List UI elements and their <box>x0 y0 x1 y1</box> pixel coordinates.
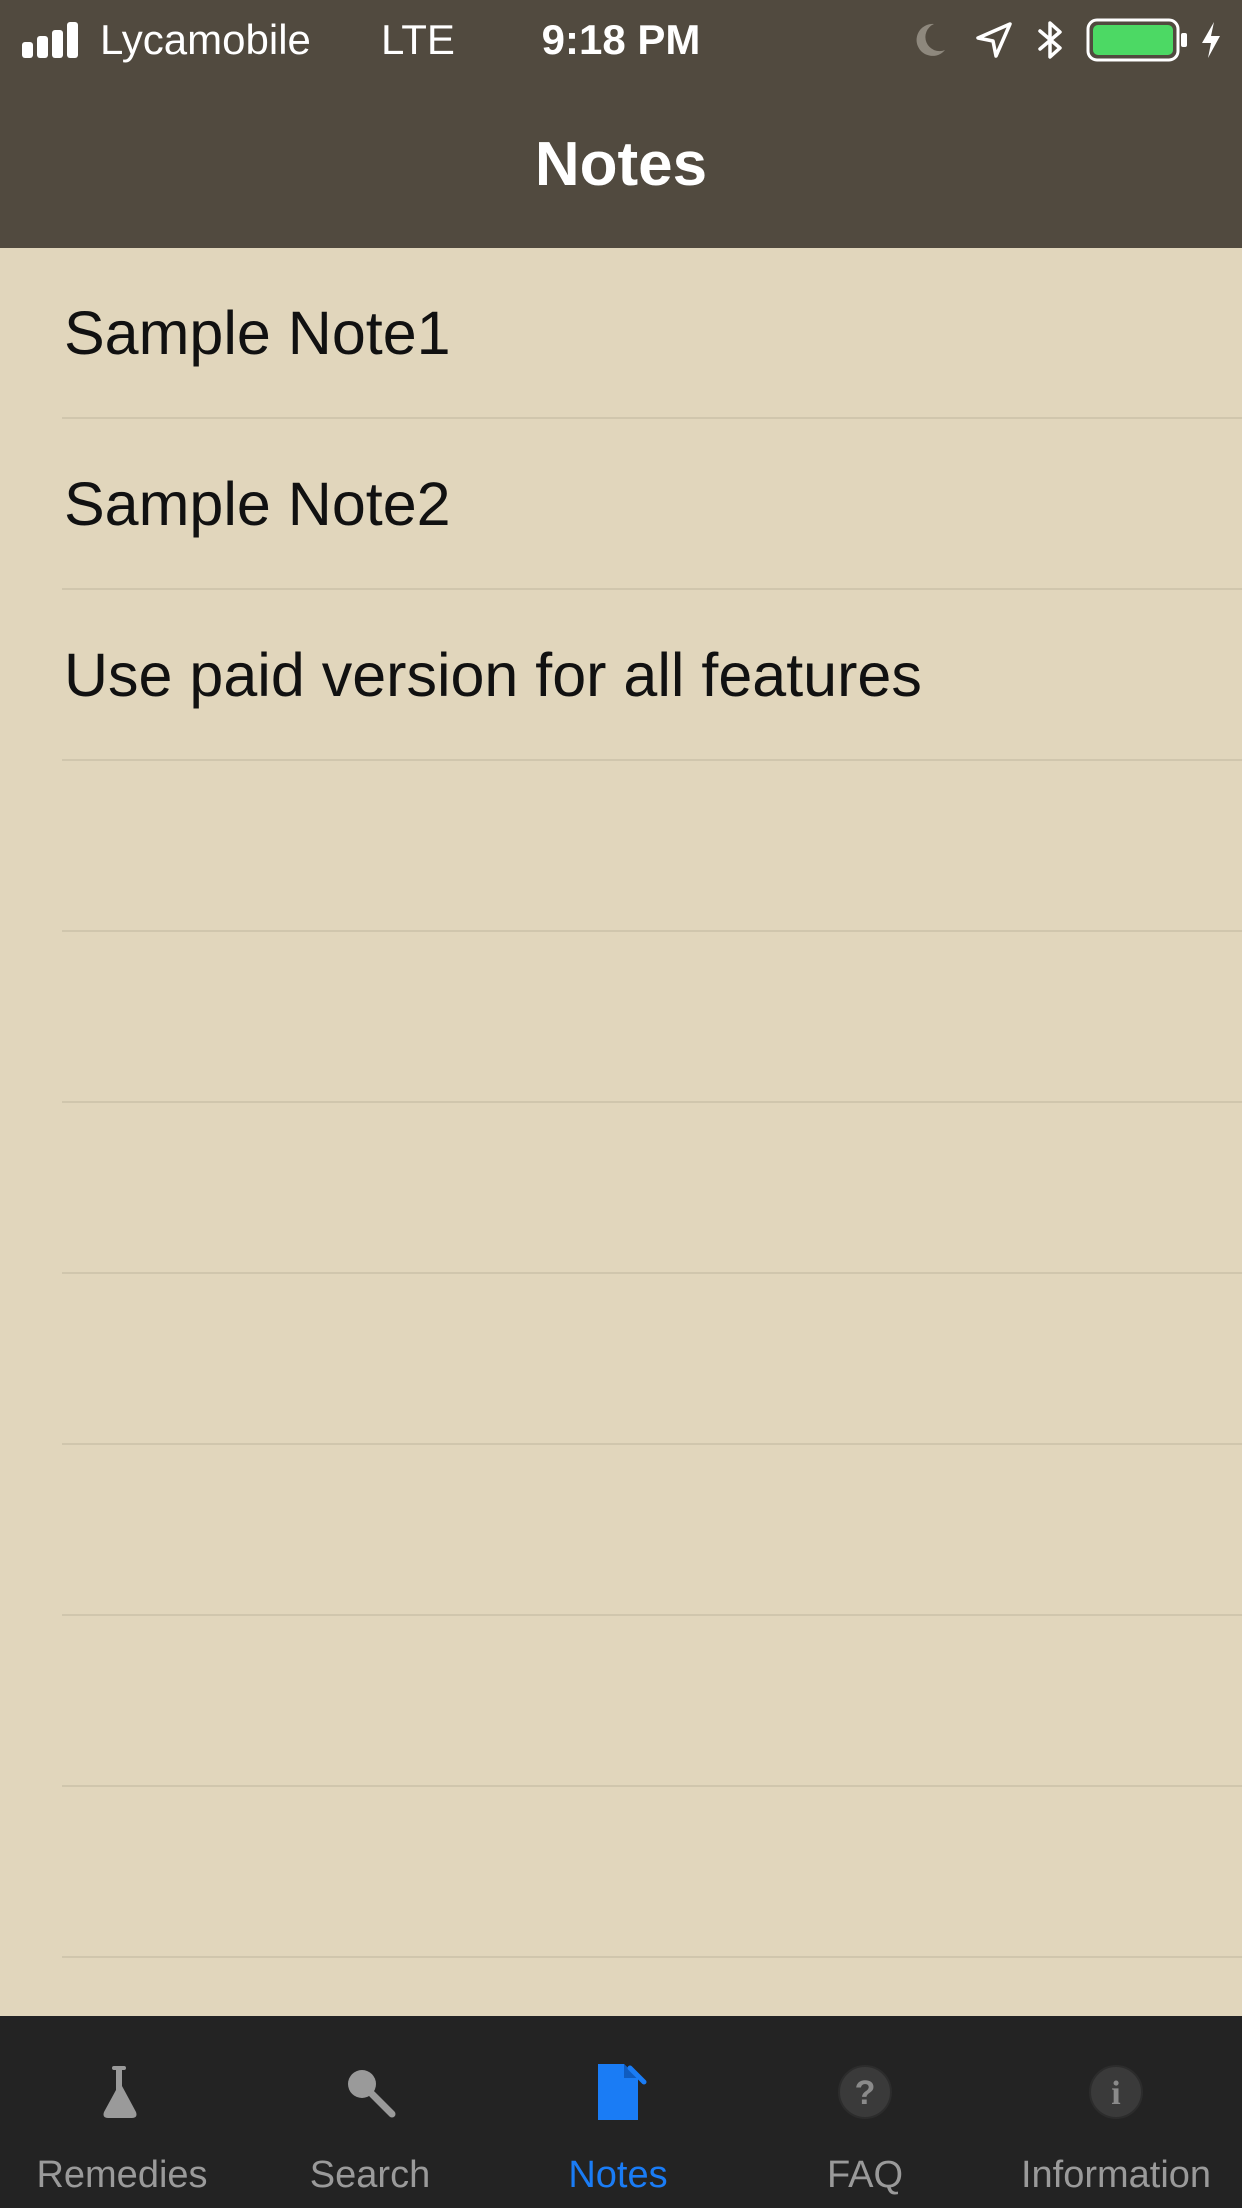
tab-label: Remedies <box>36 2154 208 2196</box>
list-item <box>0 761 1242 932</box>
battery-fill <box>1093 25 1173 55</box>
list-item <box>0 1616 1242 1787</box>
list-item <box>0 1445 1242 1616</box>
list-item[interactable]: Use paid version for all features <box>0 590 1242 761</box>
page-title: Notes <box>534 130 708 199</box>
list-item <box>0 932 1242 1103</box>
tab-label: FAQ <box>826 2154 904 2196</box>
tab-label: Search <box>309 2154 431 2196</box>
note-title: Use paid version for all features <box>64 641 922 709</box>
info-icon: i <box>1089 2065 1143 2119</box>
list-item[interactable]: Sample Note1 <box>0 248 1242 419</box>
flask-icon <box>103 2066 137 2118</box>
tab-notes[interactable]: Notes <box>496 2016 740 2208</box>
battery-icon <box>1086 18 1187 62</box>
list-item <box>0 1103 1242 1274</box>
moon-icon <box>916 23 945 56</box>
magnifier-icon <box>348 2070 396 2118</box>
header: Lycamobile LTE 9:18 PM Notes <box>0 0 1242 248</box>
note-title: Sample Note1 <box>64 299 451 367</box>
tab-remedies[interactable]: Remedies <box>0 2016 244 2208</box>
list-item[interactable]: Sample Note2 <box>0 419 1242 590</box>
notes-list: Sample Note1 Sample Note2 Use paid versi… <box>0 248 1242 2016</box>
status-bar: Lycamobile LTE 9:18 PM <box>0 0 1242 80</box>
note-title: Sample Note2 <box>64 470 451 538</box>
tab-bar: Remedies Search Notes ? FAQ i Informatio… <box>0 2016 1242 2208</box>
location-arrow-icon <box>976 22 1012 58</box>
question-icon: ? <box>838 2065 892 2119</box>
tab-label: Notes <box>568 2154 668 2196</box>
tab-label: Information <box>1020 2154 1212 2196</box>
charging-bolt-icon <box>1202 22 1220 58</box>
svg-text:?: ? <box>855 2074 876 2112</box>
svg-text:i: i <box>1111 2075 1120 2112</box>
list-item <box>0 1787 1242 1958</box>
list-item <box>0 1274 1242 1445</box>
tab-search[interactable]: Search <box>244 2016 496 2208</box>
note-icon <box>598 2064 647 2120</box>
navigation-bar: Notes <box>0 80 1242 248</box>
bluetooth-icon <box>1038 21 1062 59</box>
tab-faq[interactable]: ? FAQ <box>740 2016 990 2208</box>
tab-information[interactable]: i Information <box>990 2016 1242 2208</box>
